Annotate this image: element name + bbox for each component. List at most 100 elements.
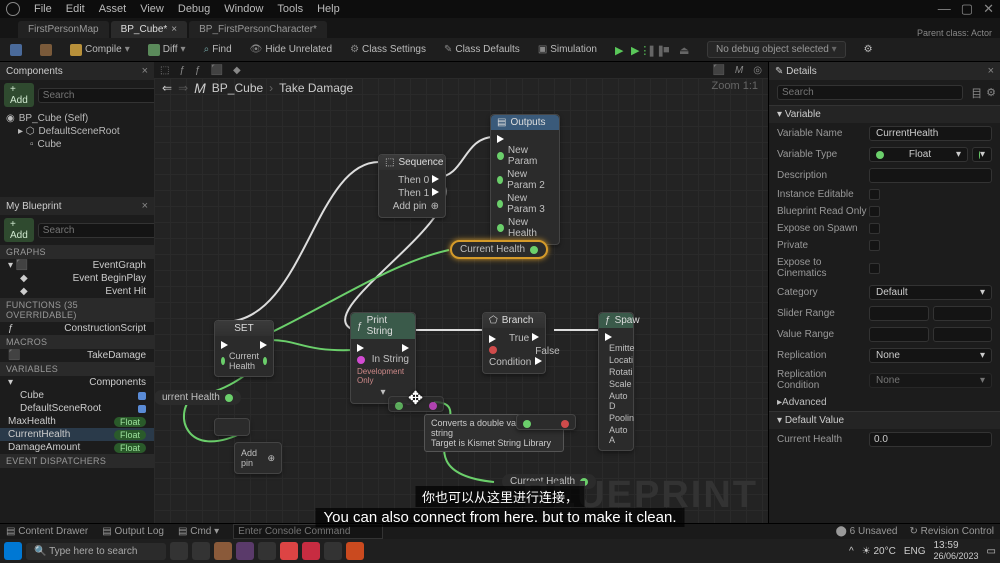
start-button[interactable] <box>4 542 22 560</box>
node-outputs[interactable]: ▤ Outputs New Param New Param 2 New Para… <box>490 114 560 245</box>
var-sceneroot[interactable]: DefaultSceneRoot <box>0 402 154 415</box>
construction-script[interactable]: ƒ ConstructionScript <box>0 322 154 335</box>
expose-on-spawn-checkbox[interactable] <box>869 223 880 234</box>
myblueprint-panel-header[interactable]: My Blueprint× <box>0 197 154 215</box>
menu-tools[interactable]: Tools <box>277 3 303 15</box>
event-hit[interactable]: ◆ Event Hit <box>0 285 154 298</box>
graphs-section[interactable]: GRAPHS <box>0 245 154 259</box>
weather-widget[interactable]: ☀ 20°C <box>862 546 896 557</box>
close-icon[interactable]: × <box>171 24 177 35</box>
node-spawn[interactable]: ƒ Spaw Emitte Locati Rotati Scale Auto D… <box>598 312 634 451</box>
menu-edit[interactable]: Edit <box>66 3 85 15</box>
filter-icon[interactable]: 目 <box>971 85 982 101</box>
node-set[interactable]: SET Current Health <box>214 320 274 377</box>
close-icon[interactable]: × <box>988 65 994 77</box>
graph-nav-back[interactable]: ⬚ <box>160 65 169 76</box>
add-component-button[interactable]: + Add <box>4 83 34 107</box>
node-sequence[interactable]: ⬚ Sequence Then 0 Then 1 Add pin ⊕ <box>378 154 446 218</box>
node-branch[interactable]: ⬠ Branch True ConditionFalse <box>482 312 546 374</box>
toolbar-settings-icon[interactable]: ⚙ <box>860 42 877 57</box>
save-button[interactable] <box>6 42 26 58</box>
content-drawer-button[interactable]: ▤ Content Drawer <box>6 526 88 537</box>
tab-bpfirstperson[interactable]: BP_FirstPersonCharacter* <box>189 21 327 38</box>
notifications-icon[interactable]: ▭ <box>987 546 996 557</box>
default-value-field[interactable]: 0.0 <box>869 432 992 447</box>
component-sceneroot[interactable]: ▸ ⬡ DefaultSceneRoot <box>4 125 150 138</box>
taskbar-app-icon[interactable] <box>280 542 298 560</box>
menu-file[interactable]: File <box>34 3 52 15</box>
taskbar-app-icon[interactable] <box>346 542 364 560</box>
menu-window[interactable]: Window <box>224 3 263 15</box>
private-checkbox[interactable] <box>869 240 880 251</box>
taskbar-app-icon[interactable] <box>214 542 232 560</box>
details-search-input[interactable] <box>777 85 963 100</box>
menu-debug[interactable]: Debug <box>178 3 210 15</box>
variables-section[interactable]: VARIABLES <box>0 362 154 376</box>
close-icon[interactable]: × <box>142 200 148 212</box>
revision-control-button[interactable]: ↻ Revision Control <box>909 526 994 537</box>
output-log-button[interactable]: ▤ Output Log <box>102 526 164 537</box>
menu-view[interactable]: View <box>140 3 164 15</box>
nav-back-icon[interactable]: ⇐ <box>162 81 172 95</box>
component-self[interactable]: ◉ BP_Cube (Self) <box>4 112 150 125</box>
var-currenthealth[interactable]: CurrentHealthFloat <box>0 428 154 441</box>
simulation-button[interactable]: ▣Simulation <box>534 42 601 57</box>
components-panel-header[interactable]: Components× <box>0 62 154 80</box>
add-blueprint-button[interactable]: + Add <box>4 218 34 242</box>
description-field[interactable] <box>869 168 992 183</box>
clock[interactable]: 13:5926/06/2023 <box>934 540 979 562</box>
taskbar-app-icon[interactable] <box>236 542 254 560</box>
expose-cinematics-checkbox[interactable] <box>869 263 880 274</box>
macro-takedamage[interactable]: ⬛ TakeDamage <box>0 349 154 362</box>
debug-object-dropdown[interactable]: No debug object selected ▾ <box>707 41 846 58</box>
tab-firstpersonmap[interactable]: FirstPersonMap <box>18 21 109 38</box>
graph-icon[interactable]: ƒ <box>195 65 201 76</box>
pause-button[interactable]: ❚❚ <box>647 44 659 56</box>
value-min-field[interactable] <box>869 327 929 342</box>
functions-section[interactable]: FUNCTIONS (35 OVERRIDABLE) <box>0 298 154 322</box>
nav-fwd-icon[interactable]: ⇒ <box>178 81 188 95</box>
variables-components[interactable]: ▾ Components <box>0 376 154 389</box>
graph-icon[interactable]: ƒ <box>179 65 185 76</box>
advanced-toggle[interactable]: ▸ Advanced <box>769 394 1000 411</box>
section-default-value[interactable]: ▾ Default Value <box>769 411 1000 429</box>
find-button[interactable]: ⌕Find <box>200 42 236 57</box>
breadcrumb[interactable]: ⇐ ⇒ M BP_Cube›Take Damage <box>162 80 353 96</box>
component-cube[interactable]: ▫ Cube <box>4 138 150 151</box>
graph-icon[interactable]: ⬛ <box>211 65 223 76</box>
class-defaults-button[interactable]: ✎Class Defaults <box>440 42 524 57</box>
var-maxhealth[interactable]: MaxHealthFloat <box>0 415 154 428</box>
event-dispatchers-section[interactable]: EVENT DISPATCHERS <box>0 454 154 468</box>
details-panel-header[interactable]: ✎ Details× <box>769 62 1000 80</box>
macros-section[interactable]: MACROS <box>0 335 154 349</box>
instance-editable-checkbox[interactable] <box>869 189 880 200</box>
menu-help[interactable]: Help <box>317 3 340 15</box>
node-small-1[interactable] <box>214 418 250 436</box>
container-type-dropdown[interactable]: ▾ <box>972 147 992 162</box>
node-get-currenthealth-2[interactable]: urrent Health <box>154 390 241 405</box>
node-small-2[interactable]: Add pin ⊕ <box>234 442 282 474</box>
class-settings-button[interactable]: ⚙Class Settings <box>346 42 430 57</box>
blueprint-graph[interactable]: ⬚ ƒ ƒ ⬛ ◆ ⬛ M ◎ ⇐ ⇒ M BP_Cube›Take Damag… <box>154 62 768 523</box>
eject-button[interactable]: ⏏ <box>679 44 691 56</box>
taskbar-search-input[interactable]: 🔍 Type here to search <box>26 543 166 560</box>
window-minimize[interactable]: — <box>938 1 951 17</box>
variable-name-field[interactable]: CurrentHealth <box>869 126 992 141</box>
unsaved-indicator[interactable]: ⬤ 6 Unsaved <box>836 526 898 537</box>
node-get-currenthealth[interactable]: Current Health <box>450 240 548 259</box>
replication-condition-dropdown[interactable]: None▾ <box>869 373 992 388</box>
taskbar-app-icon[interactable] <box>192 542 210 560</box>
settings-icon[interactable]: ⚙ <box>986 86 996 99</box>
tab-bpcube[interactable]: BP_Cube*× <box>111 21 188 38</box>
variable-type-dropdown[interactable]: Float▾ <box>869 147 968 162</box>
replication-dropdown[interactable]: None▾ <box>869 348 992 363</box>
cmd-dropdown[interactable]: ▤ Cmd ▾ <box>178 526 219 537</box>
slider-min-field[interactable] <box>869 306 929 321</box>
graph-icon[interactable]: ◎ <box>753 65 762 76</box>
graph-icon[interactable]: ◆ <box>233 65 241 76</box>
window-close[interactable]: ✕ <box>983 1 994 17</box>
taskbar-app-icon[interactable] <box>258 542 276 560</box>
node-printstring[interactable]: ƒ Print String In String Development Onl… <box>350 312 416 404</box>
browse-button[interactable] <box>36 42 56 58</box>
value-max-field[interactable] <box>933 327 993 342</box>
